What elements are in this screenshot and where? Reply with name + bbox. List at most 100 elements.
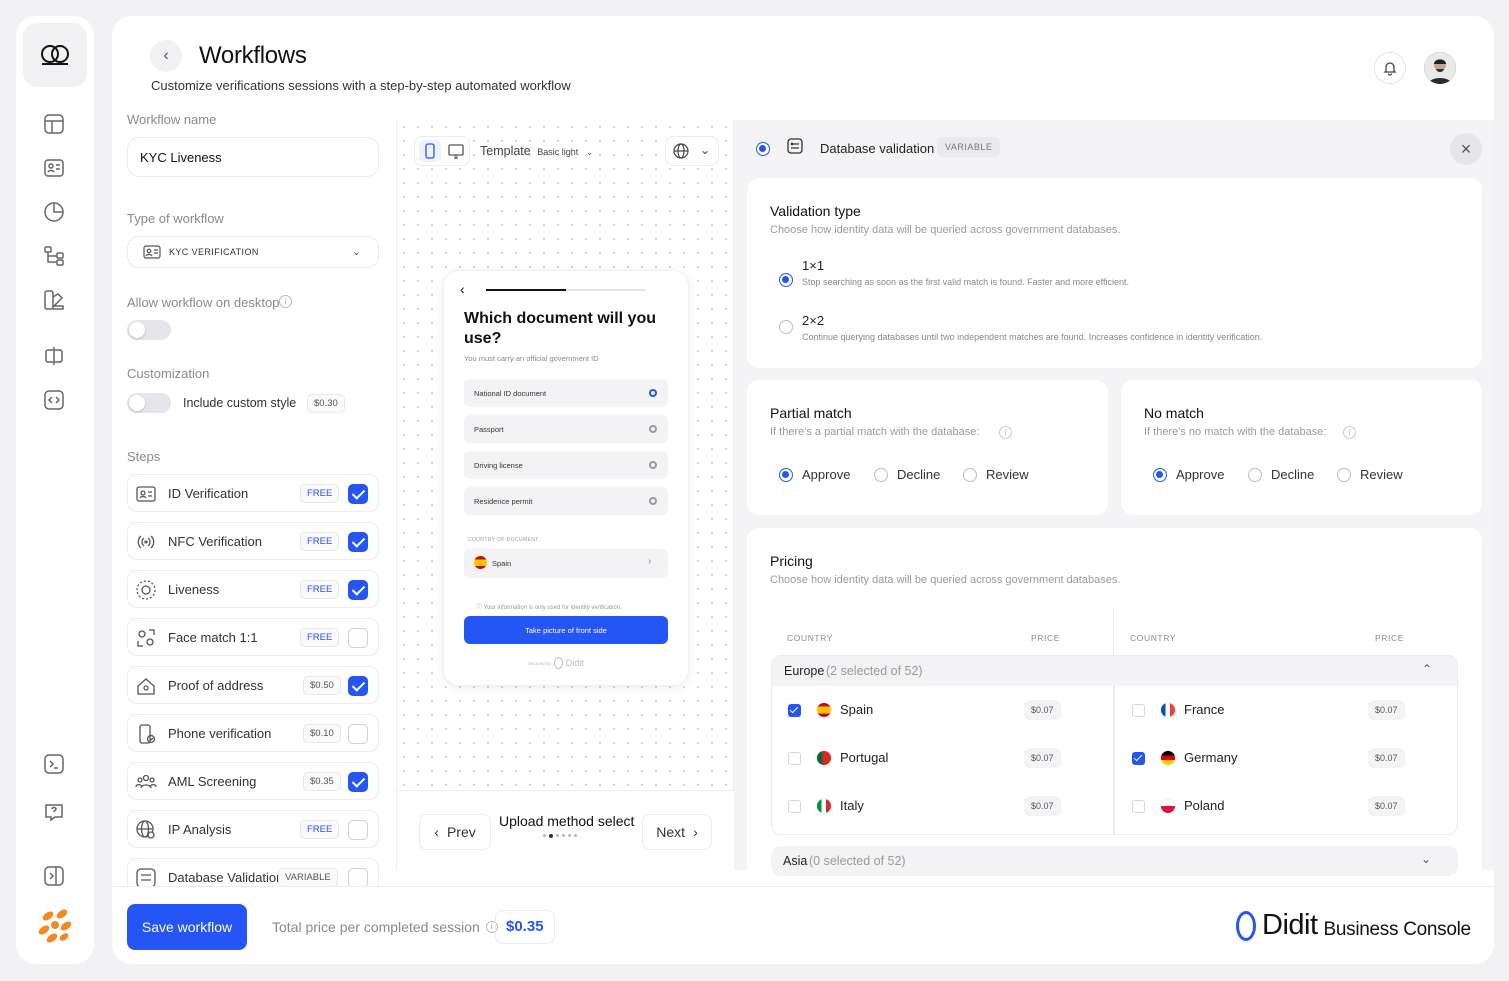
- step-row[interactable]: AML Screening $0.35: [127, 762, 379, 800]
- radio-icon: [649, 497, 657, 505]
- database-icon: [786, 137, 804, 160]
- workflow-type-value: KYC VERIFICATION: [169, 247, 259, 257]
- code-icon[interactable]: [40, 386, 68, 414]
- country-value: Spain: [492, 559, 512, 568]
- step-checkbox[interactable]: [348, 868, 368, 888]
- save-workflow-button[interactable]: Save workflow: [127, 904, 247, 950]
- desktop-toggle[interactable]: [127, 320, 171, 340]
- step-checkbox[interactable]: [348, 724, 368, 744]
- workflow-name-input[interactable]: KYC Liveness: [127, 137, 379, 177]
- document-option[interactable]: Driving license: [464, 451, 668, 479]
- workflow-type-label: Type of workflow: [127, 211, 224, 226]
- country-checkbox[interactable]: [1132, 752, 1145, 765]
- page-subtitle: Customize verifications sessions with a …: [151, 78, 571, 93]
- chevron-left-icon[interactable]: ‹: [460, 281, 465, 297]
- asia-count: (0 selected of 52): [809, 854, 906, 868]
- back-button[interactable]: ‹: [150, 40, 182, 72]
- palette-icon[interactable]: [40, 286, 68, 314]
- partial-decline-radio[interactable]: [874, 468, 888, 482]
- step-row[interactable]: ID Verification FREE: [127, 474, 379, 512]
- step-label: Liveness: [168, 582, 220, 597]
- collapse-sidebar-icon[interactable]: [40, 862, 68, 890]
- template-select[interactable]: Template Basic light ⌄: [480, 144, 593, 158]
- desktop-icon[interactable]: [445, 140, 467, 167]
- id-card-icon[interactable]: [40, 154, 68, 182]
- device-toggle[interactable]: [414, 136, 470, 166]
- avatar[interactable]: [1424, 52, 1456, 84]
- take-picture-button[interactable]: Take picture of front side: [464, 616, 668, 644]
- step-checkbox[interactable]: [348, 628, 368, 648]
- partial-approve-radio[interactable]: [779, 468, 793, 482]
- chevron-down-icon: ⌄: [1421, 852, 1432, 866]
- app-logo-icon[interactable]: [23, 23, 87, 87]
- step-row[interactable]: IP Analysis FREE: [127, 810, 379, 848]
- nomatch-decline-radio[interactable]: [1248, 468, 1262, 482]
- mobile-icon[interactable]: [419, 140, 441, 162]
- workflow-name-value: KYC Liveness: [140, 150, 222, 165]
- layout-icon[interactable]: [40, 110, 68, 138]
- europe-header[interactable]: Europe (2 selected of 52) ⌃: [772, 656, 1457, 686]
- document-option[interactable]: Residence permit: [464, 487, 668, 515]
- step-row[interactable]: NFC Verification FREE: [127, 522, 379, 560]
- option-1x1-label: 1×1: [802, 258, 825, 273]
- nomatch-approve-radio[interactable]: [1153, 468, 1167, 482]
- country-row[interactable]: France $0.07: [1116, 686, 1457, 734]
- country-row[interactable]: Portugal $0.07: [772, 734, 1115, 782]
- option-1x1-desc: Stop searching as soon as the first vali…: [802, 277, 1130, 287]
- country-checkbox[interactable]: [788, 800, 801, 813]
- step-row[interactable]: Proof of address $0.50: [127, 666, 379, 704]
- brand-logo-icon: [34, 904, 76, 946]
- step-checkbox[interactable]: [348, 532, 368, 552]
- split-view-icon[interactable]: [40, 342, 68, 370]
- step-checkbox[interactable]: [348, 820, 368, 840]
- partial-review-radio[interactable]: [963, 468, 977, 482]
- custom-style-toggle[interactable]: [127, 393, 171, 413]
- step-row[interactable]: Face match 1:1 FREE: [127, 618, 379, 656]
- step-checkbox[interactable]: [348, 772, 368, 792]
- notifications-button[interactable]: [1374, 52, 1406, 84]
- step-price: VARIABLE: [278, 868, 338, 887]
- country-row[interactable]: Spain $0.07: [772, 686, 1115, 734]
- chevron-left-icon: ‹: [163, 47, 169, 64]
- country-checkbox[interactable]: [788, 704, 801, 717]
- people-icon: [134, 770, 158, 794]
- face-match-icon: [134, 626, 158, 650]
- panel-radio[interactable]: [756, 142, 770, 156]
- step-checkbox[interactable]: [348, 580, 368, 600]
- option-1x1-radio[interactable]: [779, 273, 793, 287]
- option-2x2-radio[interactable]: [779, 320, 793, 334]
- country-checkbox[interactable]: [1132, 704, 1145, 717]
- step-checkbox[interactable]: [348, 676, 368, 696]
- nomatch-review-radio[interactable]: [1337, 468, 1351, 482]
- step-row[interactable]: Phone verification $0.10: [127, 714, 379, 752]
- step-label: AML Screening: [168, 774, 257, 789]
- col-price-left: PRICE: [1031, 633, 1060, 643]
- step-dots: [543, 834, 577, 838]
- prev-button[interactable]: ‹ Prev: [419, 814, 491, 850]
- step-checkbox[interactable]: [348, 484, 368, 504]
- help-icon[interactable]: [40, 798, 68, 826]
- country-checkbox[interactable]: [788, 752, 801, 765]
- step-row[interactable]: Liveness FREE: [127, 570, 379, 608]
- next-button[interactable]: Next ›: [642, 814, 712, 850]
- close-button[interactable]: ×: [1450, 133, 1482, 165]
- country-label: COUNTRY OF DOCUMENT: [468, 537, 539, 543]
- workflow-type-select[interactable]: KYC VERIFICATION ⌄: [127, 236, 379, 268]
- asia-header[interactable]: Asia (0 selected of 52) ⌄: [771, 846, 1458, 876]
- pie-chart-icon[interactable]: [40, 198, 68, 226]
- country-price: $0.07: [1368, 796, 1405, 816]
- terminal-icon[interactable]: [40, 750, 68, 778]
- document-option[interactable]: Passport: [464, 415, 668, 443]
- country-select[interactable]: Spain ›: [464, 549, 668, 578]
- language-select[interactable]: ⌄: [665, 136, 719, 166]
- workflow-tree-icon[interactable]: [40, 242, 68, 270]
- document-option-label: Passport: [474, 425, 504, 434]
- country-row[interactable]: Poland $0.07: [1116, 782, 1457, 830]
- country-checkbox[interactable]: [1132, 800, 1145, 813]
- country-row[interactable]: Germany $0.07: [1116, 734, 1457, 782]
- secured-by: Secured by Didit: [528, 657, 584, 669]
- document-option[interactable]: National ID document: [464, 379, 668, 407]
- country-row[interactable]: Italy $0.07: [772, 782, 1115, 830]
- close-icon: ×: [1460, 138, 1472, 159]
- chevron-down-icon: ⌄: [700, 143, 711, 157]
